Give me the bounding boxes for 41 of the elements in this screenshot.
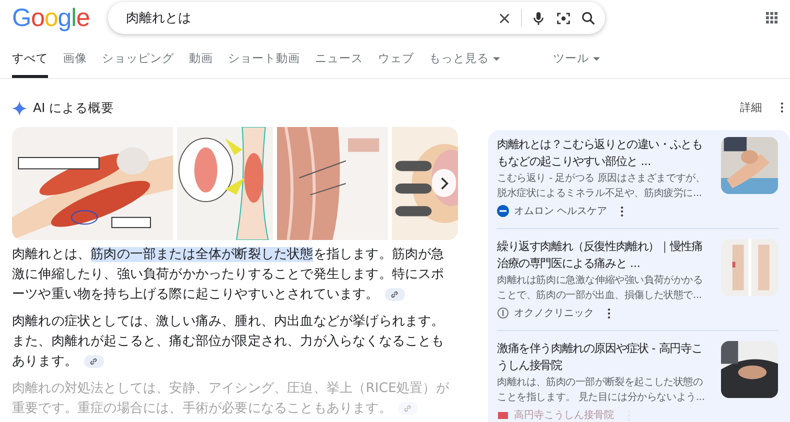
- tab[interactable]: 画像: [63, 51, 87, 78]
- site-icon: [497, 307, 509, 319]
- link-button[interactable]: [84, 354, 104, 368]
- more-options-icon[interactable]: [607, 308, 611, 318]
- tab[interactable]: ショート動画: [228, 51, 300, 78]
- tab[interactable]: もっと見る: [429, 51, 500, 78]
- source-name[interactable]: 高円寺こうしん接骨院: [514, 408, 614, 422]
- source-title[interactable]: 肉離れとは？こむら返りとの違い・ふとももなどの起こりやすい部位と ...: [497, 137, 707, 170]
- more-options-icon[interactable]: [780, 102, 784, 112]
- ai-overview-title: AI による概要: [33, 100, 114, 116]
- source-title[interactable]: 繰り返す肉離れ（反復性肉離れ）｜慢性痛治療の専門医による痛みと ...: [497, 239, 707, 272]
- link-icon: [403, 404, 412, 413]
- source-name[interactable]: オクノクリニック: [514, 306, 594, 320]
- tab[interactable]: すべて: [12, 51, 48, 78]
- tools-button[interactable]: ツール: [553, 51, 600, 78]
- search-icon[interactable]: [580, 10, 597, 26]
- search-bar[interactable]: 肉離れとは: [108, 2, 605, 34]
- tab[interactable]: ウェブ: [378, 51, 414, 78]
- tab[interactable]: ショッピング: [102, 51, 174, 78]
- sparkle-icon: [12, 100, 27, 116]
- more-options-icon[interactable]: [620, 206, 624, 216]
- chevron-right-icon: [440, 176, 448, 190]
- source-snippet: こむら返り - 足がつる 原因はさまざまですが、脱水症状によるミネラル不足や、筋肉疲労に...: [497, 172, 706, 201]
- source-snippet: 肉離れは、筋肉の一部が断裂を起こした状態のことを指します。 見た目には分からないよう...: [497, 376, 706, 405]
- search-input[interactable]: 肉離れとは: [124, 10, 488, 26]
- paragraph: 肉離れとは、筋肉の一部または全体が断裂した状態を指します。筋肉が急激に伸縮したり、強い負荷がかかったりすることで発生します。特にスポーツや重い物を持ち上げる際に起こりやすいとされています。: [12, 246, 446, 304]
- source-name[interactable]: オムロン ヘルスケア: [514, 204, 608, 218]
- source-title[interactable]: 激痛を伴う肉離れの原因や症状 - 高円寺こうしん接骨院: [497, 341, 707, 374]
- site-icon: [497, 205, 509, 217]
- logo[interactable]: Google: [12, 4, 92, 32]
- details-link[interactable]: 詳細: [740, 100, 762, 114]
- tab[interactable]: 動画: [189, 51, 213, 78]
- link-icon: [390, 290, 400, 299]
- paragraph: 肉離れの対処法としては、安静、アイシング、圧迫、挙上（RICE処置）が重要です。重症の場合には、手術が必要になることもあります。: [12, 380, 450, 418]
- site-icon: [497, 409, 509, 421]
- paragraph: 肉離れの症状としては、激しい痛み、腫れ、内出血などが挙げられます。また、肉離れが起こると、痛む部位が限定され、力が入らなくなることもあります。: [12, 313, 446, 371]
- link-icon: [89, 356, 98, 366]
- source-snippet: 肉離れは筋肉に急激な伸縮や強い負荷がかかることで、筋肉の一部が出血、損傷した状態で...: [497, 274, 704, 303]
- apps-grid-icon[interactable]: [766, 12, 778, 24]
- tab[interactable]: ニュース: [315, 51, 363, 78]
- link-button[interactable]: [384, 288, 405, 301]
